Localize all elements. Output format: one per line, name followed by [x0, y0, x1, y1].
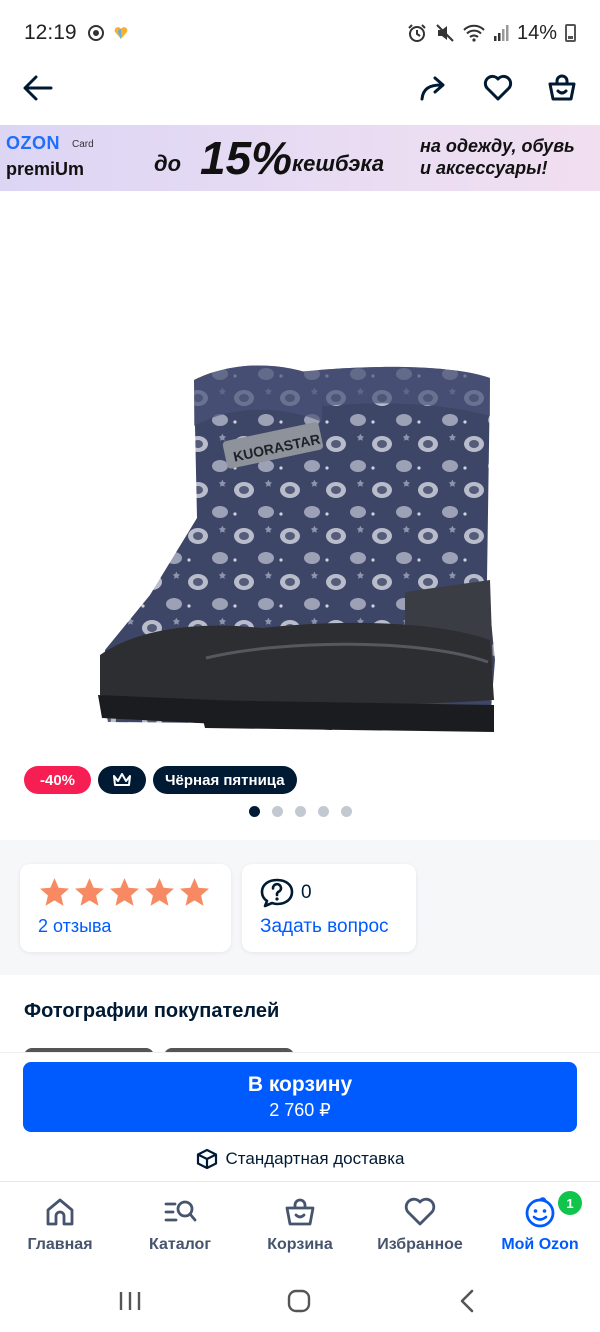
heart-icon [483, 74, 513, 101]
cart-top-button[interactable] [542, 68, 582, 108]
delivery-info: Стандартная доставка [0, 1148, 600, 1170]
nav-label: Мой Ozon [501, 1236, 579, 1253]
home-circle-icon [287, 1289, 311, 1313]
question-count: 0 [301, 882, 312, 903]
nav-my-ozon[interactable]: 1 Мой Ozon [480, 1191, 600, 1254]
gallery-dot[interactable] [249, 806, 260, 817]
signal-icon [493, 25, 509, 41]
banner-brand: OZON [6, 133, 60, 153]
product-image[interactable]: KUORASTAR [0, 200, 600, 755]
home-system-button[interactable] [279, 1286, 319, 1316]
status-time: 12:19 [24, 21, 77, 44]
wifi-icon [463, 24, 485, 42]
share-icon [420, 76, 445, 101]
discount-badge: -40% [24, 766, 91, 794]
home-icon [46, 1198, 74, 1226]
smiley-icon [525, 1197, 555, 1228]
battery-percent: 14% [516, 21, 557, 44]
gallery-dot[interactable] [272, 806, 283, 817]
back-button[interactable] [18, 68, 58, 108]
top-navigation [0, 62, 600, 120]
nav-favorites[interactable]: Избранное [360, 1194, 480, 1254]
package-icon [196, 1148, 217, 1170]
mute-icon [436, 24, 454, 42]
premium-badge [98, 766, 146, 794]
question-card[interactable]: 0 Задать вопрос [242, 864, 416, 952]
gallery-dot[interactable] [341, 806, 352, 817]
bottom-navigation: Главная Каталог Корзина Избранное 1 Мой … [0, 1181, 600, 1267]
customer-photos-title: Фотографии покупателей [24, 1000, 280, 1022]
app-notification-icon [87, 25, 104, 41]
reviews-link[interactable]: 2 отзыва [38, 916, 111, 937]
ask-question-link[interactable]: Задать вопрос [260, 916, 389, 938]
notification-badge: 1 [558, 1191, 582, 1215]
price: 2 760 ₽ [269, 1100, 331, 1120]
star-icon [40, 878, 69, 906]
heart-notification-icon [114, 27, 127, 39]
promo-banner[interactable]: OZON Card premiUm до 15% кешбэка на одеж… [0, 125, 600, 191]
nav-catalog[interactable]: Каталог [120, 1194, 240, 1254]
system-navigation-bar [0, 1268, 600, 1332]
basket-icon [548, 74, 576, 101]
banner-premium: premiUm [6, 159, 85, 179]
gallery-dot[interactable] [295, 806, 306, 817]
nav-label: Каталог [149, 1236, 211, 1253]
nav-label: Избранное [377, 1236, 463, 1253]
nav-home[interactable]: Главная [0, 1194, 120, 1254]
banner-brand-card: Card [72, 139, 94, 150]
catalog-search-icon [164, 1200, 197, 1222]
nav-cart[interactable]: Корзина [240, 1194, 360, 1254]
nav-label: Корзина [267, 1236, 333, 1253]
chevron-left-icon [460, 1289, 474, 1313]
recent-apps-button[interactable] [110, 1286, 150, 1316]
star-icon [180, 878, 209, 906]
back-system-button[interactable] [447, 1286, 487, 1316]
banner-description: на одежду, обувь и аксессуары! [420, 136, 575, 178]
favorite-button[interactable] [478, 68, 518, 108]
star-icon [75, 878, 104, 906]
recent-apps-icon [119, 1292, 141, 1310]
share-button[interactable] [413, 68, 453, 108]
status-bar: 12:19 14% [0, 0, 600, 66]
nav-label: Главная [27, 1236, 93, 1253]
rating-stars [38, 876, 211, 909]
product-badges: -40% Чёрная пятница [24, 766, 297, 794]
banner-cashback: кешбэка [292, 151, 385, 176]
gallery-dot[interactable] [318, 806, 329, 817]
banner-percent: 15% [200, 132, 293, 184]
alarm-icon [408, 24, 426, 42]
basket-icon [285, 1198, 315, 1226]
add-to-cart-label: В корзину [247, 1073, 353, 1096]
star-icon [145, 878, 174, 906]
arrow-left-icon [23, 75, 53, 101]
heart-icon [404, 1197, 436, 1226]
question-bubble-icon [260, 878, 294, 908]
gallery-dots [249, 806, 352, 817]
star-icon [110, 878, 139, 906]
add-to-cart-button[interactable]: В корзину 2 760 ₽ [23, 1062, 577, 1132]
crown-icon [113, 773, 131, 786]
black-friday-badge: Чёрная пятница [153, 766, 297, 794]
battery-icon [565, 24, 576, 42]
boots-image: KUORASTAR [98, 365, 495, 732]
rating-card[interactable]: 2 отзыва [20, 864, 231, 952]
banner-prefix: до [154, 151, 182, 176]
delivery-label: Стандартная доставка [225, 1149, 405, 1168]
